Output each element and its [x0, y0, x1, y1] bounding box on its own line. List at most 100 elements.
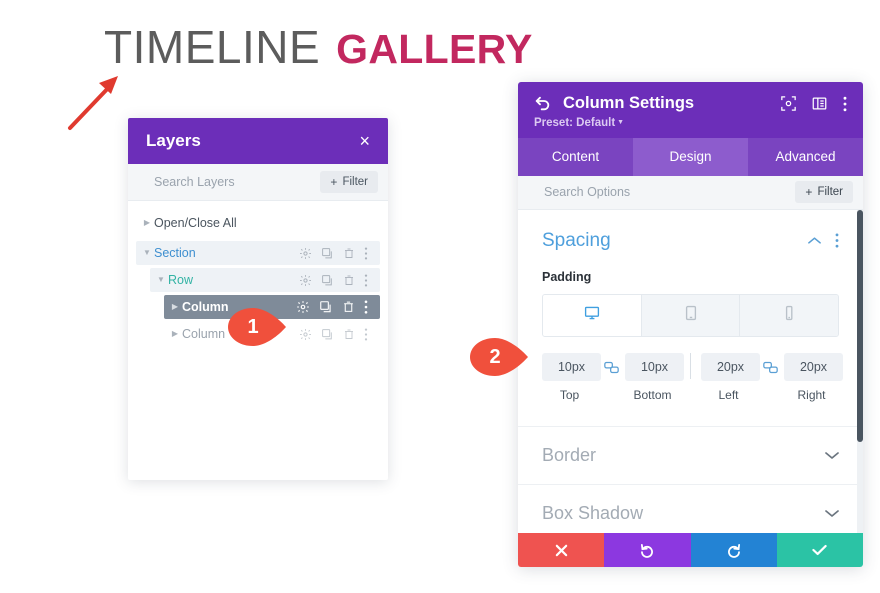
preset-label: Preset: Default [534, 117, 616, 129]
settings-scrollbar-track[interactable] [857, 209, 863, 533]
settings-header-actions [781, 96, 847, 112]
padding-bottom-label: Bottom [633, 387, 672, 402]
border-section-title: Border [542, 444, 597, 465]
device-tab-desktop[interactable] [543, 294, 642, 336]
layer-row-actions [296, 300, 380, 314]
red-up-right-arrow-icon [68, 76, 118, 130]
padding-vertical-group: Top Bottom [542, 352, 684, 402]
gear-icon[interactable] [299, 247, 312, 260]
padding-right-input[interactable] [784, 352, 843, 381]
padding-right-cell: Right [784, 352, 843, 402]
padding-left-cell: Left [701, 352, 760, 402]
padding-inputs-row: Top Bottom [542, 352, 843, 402]
settings-scrollbar-thumb[interactable] [857, 209, 863, 442]
options-search-input[interactable] [544, 185, 724, 200]
tab-design[interactable]: Design [633, 138, 748, 176]
step-marker-2-number: 2 [489, 346, 501, 368]
link-icon[interactable] [756, 361, 784, 393]
padding-bottom-cell: Bottom [625, 352, 684, 402]
settings-header-top: Column Settings [534, 94, 847, 113]
layers-search-input[interactable] [154, 175, 304, 189]
padding-left-input[interactable] [701, 352, 760, 381]
padding-top-label: Top [559, 387, 580, 402]
settings-footer [518, 533, 863, 567]
duplicate-icon[interactable] [321, 247, 334, 260]
plus-icon: + [330, 175, 338, 189]
settings-tabs: Content Design Advanced [518, 138, 863, 176]
gear-icon[interactable] [299, 274, 312, 287]
settings-panel-title: Column Settings [563, 94, 695, 112]
layer-row-actions [299, 327, 380, 341]
layer-row-section[interactable]: ▼ Section [136, 241, 380, 265]
more-vertical-icon[interactable] [364, 300, 368, 314]
padding-horizontal-group: Left Right [701, 352, 843, 402]
border-section[interactable]: Border [518, 425, 863, 484]
chevron-down-icon[interactable] [825, 451, 839, 460]
padding-bottom-input[interactable] [625, 352, 684, 381]
spacing-section-header: Spacing [542, 210, 839, 252]
trash-icon[interactable] [342, 300, 355, 314]
device-tabs [542, 293, 839, 337]
layers-panel-header: Layers × [128, 118, 388, 164]
duplicate-icon[interactable] [321, 328, 334, 341]
more-vertical-icon[interactable] [843, 96, 847, 112]
spacing-section: Spacing Padding 10px Top 10px Bottom 20p… [518, 210, 863, 402]
undo-button[interactable] [604, 533, 691, 567]
layer-row-actions [299, 273, 380, 287]
step-marker-1: 1 [224, 304, 290, 350]
options-filter-button[interactable]: + Filter [795, 181, 853, 204]
duplicate-icon[interactable] [319, 300, 333, 314]
chevron-right-icon[interactable]: ▶ [168, 330, 182, 338]
redo-button[interactable] [690, 533, 777, 567]
phone-icon [781, 305, 797, 326]
layer-label: Open/Close All [154, 216, 237, 230]
chevron-down-icon[interactable] [825, 509, 839, 518]
layer-row-row[interactable]: ▼ Row [150, 268, 380, 292]
more-vertical-icon[interactable] [364, 273, 368, 287]
desktop-icon [584, 305, 600, 326]
trash-icon[interactable] [343, 274, 355, 287]
close-icon[interactable]: × [359, 132, 370, 150]
column-settings-panel: Column Settings Preset: Default ▼ Conten… [518, 82, 863, 567]
padding-field-label: Padding [542, 269, 592, 284]
box-shadow-section[interactable]: Box Shadow [518, 483, 863, 533]
more-vertical-icon[interactable] [364, 246, 368, 260]
gear-icon[interactable] [299, 328, 312, 341]
trash-icon[interactable] [343, 247, 355, 260]
page-title-accent: GALLERY [336, 26, 533, 72]
focus-target-icon[interactable] [781, 96, 796, 111]
page-title: TIMELINE GALLERY [104, 24, 533, 70]
cancel-button[interactable] [518, 533, 605, 567]
plus-icon: + [805, 185, 813, 200]
duplicate-icon[interactable] [321, 274, 334, 287]
trash-icon[interactable] [343, 328, 355, 341]
more-vertical-icon[interactable] [835, 233, 839, 249]
layers-panel-title: Layers [146, 131, 201, 150]
padding-right-label: Right [797, 387, 826, 402]
chevron-up-icon[interactable] [808, 236, 821, 245]
padding-top-input[interactable] [542, 352, 601, 381]
spacing-section-title: Spacing [542, 229, 611, 251]
page-title-primary: TIMELINE [104, 21, 321, 73]
options-filter-label: Filter [817, 186, 843, 199]
split-panel-icon[interactable] [812, 96, 827, 111]
back-arrow-icon[interactable] [534, 96, 551, 111]
device-tab-tablet[interactable] [641, 294, 741, 336]
layer-row-open-close-all[interactable]: ▶ Open/Close All [128, 211, 388, 235]
link-icon[interactable] [597, 361, 625, 393]
spacing-section-actions [808, 233, 839, 249]
chevron-down-icon[interactable]: ▼ [140, 249, 154, 257]
layers-panel: Layers × + Filter ▶ Open/Close All ▼ Sec… [128, 118, 388, 480]
gear-icon[interactable] [296, 300, 310, 314]
chevron-down-icon[interactable]: ▼ [154, 276, 168, 284]
chevron-right-icon[interactable]: ▶ [140, 219, 154, 227]
more-vertical-icon[interactable] [364, 327, 368, 341]
chevron-right-icon[interactable]: ▶ [168, 303, 182, 311]
save-button[interactable] [776, 533, 863, 567]
preset-selector[interactable]: Preset: Default ▼ [534, 117, 847, 129]
layers-filter-button[interactable]: + Filter [320, 171, 378, 193]
device-tab-phone[interactable] [740, 294, 838, 336]
tab-content[interactable]: Content [518, 138, 633, 176]
tab-advanced[interactable]: Advanced [748, 138, 863, 176]
box-shadow-section-title: Box Shadow [542, 502, 644, 523]
